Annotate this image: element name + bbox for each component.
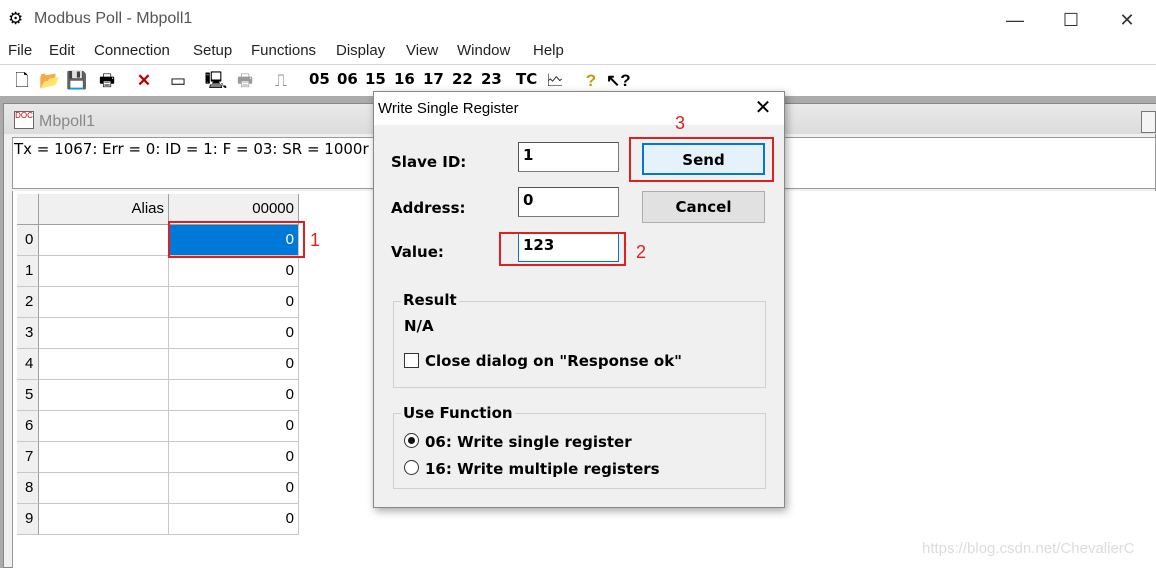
annotation-box-3 <box>629 137 774 182</box>
tc-button[interactable]: TC <box>516 70 537 88</box>
register-value-cell[interactable]: 0 <box>169 349 299 380</box>
row-number: 6 <box>17 411 39 442</box>
fc-17-button[interactable]: 17 <box>423 70 444 88</box>
new-file-icon[interactable]: 🗋 <box>12 68 32 94</box>
watermark-text: https://blog.csdn.net/ChevalierC <box>922 540 1135 557</box>
close-button[interactable]: ✕ <box>1098 0 1156 40</box>
alias-cell[interactable] <box>39 380 169 411</box>
save-icon[interactable]: 💾 <box>66 68 88 94</box>
close-on-ok-checkbox[interactable] <box>404 353 419 368</box>
row-number: 8 <box>17 473 39 504</box>
fc-05-button[interactable]: 05 <box>309 70 330 88</box>
register-value-cell[interactable]: 0 <box>169 504 299 535</box>
menu-bar: File Edit Connection Setup Functions Dis… <box>0 40 1156 64</box>
grid-corner <box>17 194 39 225</box>
alias-cell[interactable] <box>39 442 169 473</box>
dialog-title: Write Single Register <box>378 100 519 117</box>
maximize-button[interactable]: ☐ <box>1042 0 1100 40</box>
dialog-close-icon[interactable]: ✕ <box>748 95 778 121</box>
register-value-cell[interactable]: 0 <box>169 256 299 287</box>
annotation-label-2: 2 <box>636 242 647 262</box>
annotation-label-3: 3 <box>675 113 686 133</box>
disconnect-icon[interactable]: 🖶 <box>233 68 257 94</box>
result-group <box>393 301 766 388</box>
connect-icon[interactable]: 🖳 <box>204 68 228 94</box>
value-label: Value: <box>391 243 444 261</box>
window-title: Modbus Poll - Mbpoll1 <box>34 10 193 27</box>
row-number: 3 <box>17 318 39 349</box>
child-window-title: Mbpoll1 <box>39 113 96 130</box>
poll-status-text: Tx = 1067: Err = 0: ID = 1: F = 03: SR =… <box>14 140 369 158</box>
minimize-button[interactable]: — <box>986 0 1044 40</box>
menu-display[interactable]: Display <box>336 42 385 59</box>
pulse-icon[interactable]: ⎍ <box>270 68 292 94</box>
delete-icon[interactable]: ✕ <box>133 68 155 94</box>
menu-setup[interactable]: Setup <box>193 42 232 59</box>
menu-view[interactable]: View <box>406 42 438 59</box>
register-value-cell[interactable]: 0 <box>169 318 299 349</box>
annotation-label-1: 1 <box>310 230 321 250</box>
row-number: 4 <box>17 349 39 380</box>
slave-id-label: Slave ID: <box>391 153 467 171</box>
register-value-cell[interactable]: 0 <box>169 442 299 473</box>
alias-cell[interactable] <box>39 504 169 535</box>
result-group-label: Result <box>401 291 459 309</box>
use-function-group-label: Use Function <box>401 404 515 422</box>
register-value-cell[interactable]: 0 <box>169 380 299 411</box>
annotation-box-1 <box>168 221 305 258</box>
register-value-cell[interactable]: 0 <box>169 411 299 442</box>
annotation-box-2 <box>499 232 626 266</box>
slave-id-field[interactable]: 1 <box>518 142 619 172</box>
modbus-app-icon: ⚙ <box>8 9 24 28</box>
register-value-cell[interactable]: 0 <box>169 473 299 504</box>
address-label: Address: <box>391 199 466 217</box>
fc-16-button[interactable]: 16 <box>394 70 415 88</box>
menu-edit[interactable]: Edit <box>49 42 75 59</box>
alias-cell[interactable] <box>39 256 169 287</box>
register-value-cell[interactable]: 0 <box>169 287 299 318</box>
alias-cell[interactable] <box>39 287 169 318</box>
function-16-label: 16: Write multiple registers <box>425 460 660 478</box>
menu-connection[interactable]: Connection <box>94 42 170 59</box>
cancel-button[interactable]: Cancel <box>642 191 765 223</box>
row-number: 1 <box>17 256 39 287</box>
alias-cell[interactable] <box>39 349 169 380</box>
alias-cell[interactable] <box>39 225 169 256</box>
row-number: 5 <box>17 380 39 411</box>
alias-cell[interactable] <box>39 473 169 504</box>
address-field[interactable]: 0 <box>518 187 619 217</box>
close-on-ok-label: Close dialog on "Response ok" <box>425 352 682 370</box>
row-number: 0 <box>17 225 39 256</box>
menu-functions[interactable]: Functions <box>251 42 316 59</box>
window-icon[interactable]: ▭ <box>167 68 189 94</box>
menu-window[interactable]: Window <box>457 42 510 59</box>
print-icon[interactable]: 🖶 <box>95 68 119 94</box>
row-number: 7 <box>17 442 39 473</box>
child-restore-button[interactable] <box>1141 111 1156 133</box>
function-06-label: 06: Write single register <box>425 433 632 451</box>
fc-15-button[interactable]: 15 <box>365 70 386 88</box>
alias-cell[interactable] <box>39 411 169 442</box>
result-text: N/A <box>404 317 434 335</box>
row-number: 2 <box>17 287 39 318</box>
fc-23-button[interactable]: 23 <box>481 70 502 88</box>
fc-06-button[interactable]: 06 <box>337 70 358 88</box>
open-folder-icon[interactable]: 📂 <box>38 68 62 94</box>
function-16-radio[interactable] <box>404 460 419 475</box>
menu-file[interactable]: File <box>8 42 32 59</box>
menu-help[interactable]: Help <box>533 42 564 59</box>
fc-22-button[interactable]: 22 <box>452 70 473 88</box>
document-icon: DOC <box>14 111 34 129</box>
alias-cell[interactable] <box>39 318 169 349</box>
alias-column-header: Alias <box>39 194 169 225</box>
function-06-radio[interactable] <box>404 433 419 448</box>
row-number: 9 <box>17 504 39 535</box>
